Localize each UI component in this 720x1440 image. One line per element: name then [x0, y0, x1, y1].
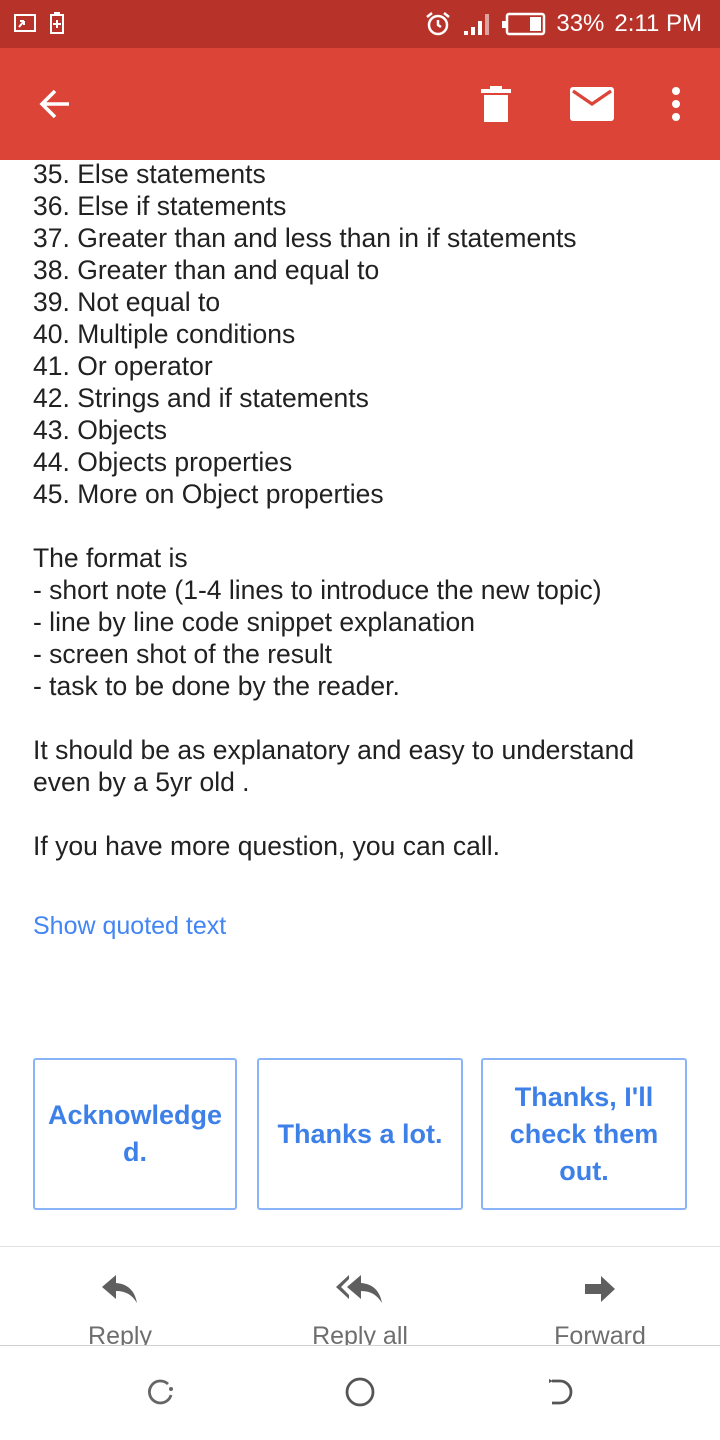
back-arrow-icon — [39, 89, 69, 119]
clock: 2:11 PM — [614, 10, 702, 37]
forward-button[interactable]: Forward — [510, 1266, 690, 1346]
format-paragraph: The format is - short note (1-4 lines to… — [33, 542, 693, 702]
reply-label: Reply — [88, 1322, 152, 1346]
smart-reply-thanks-a-lot[interactable]: Thanks a lot. — [257, 1058, 463, 1210]
battery-icon — [502, 12, 546, 36]
text-line: - screen shot of the result — [33, 639, 333, 669]
trash-icon — [481, 86, 511, 122]
battery-percent: 33% — [556, 10, 605, 37]
forward-icon — [585, 1276, 615, 1302]
app-bar — [0, 48, 720, 160]
more-options-button[interactable] — [648, 76, 704, 132]
text-line: If you have more question, you can call. — [33, 831, 500, 861]
list-item: 37. Greater than and less than in if sta… — [33, 223, 577, 253]
divider — [0, 1246, 720, 1247]
status-bar: 33% 2:11 PM — [0, 0, 720, 48]
email-body: 35. Else statements 36. Else if statemen… — [33, 158, 693, 862]
home-icon — [345, 1377, 375, 1407]
smart-reply-label: Thanks, I'll check them out. — [509, 1081, 659, 1186]
text-line: even by a 5yr old . — [33, 767, 250, 797]
list-item: 43. Objects — [33, 415, 168, 445]
reply-all-label: Reply all — [312, 1322, 408, 1346]
reply-all-button[interactable]: Reply all — [270, 1266, 450, 1346]
mark-unread-button[interactable] — [564, 76, 620, 132]
closing-paragraph: If you have more question, you can call. — [33, 830, 693, 862]
smart-reply-label: Thanks a lot. — [277, 1118, 443, 1149]
topic-list: 35. Else statements 36. Else if statemen… — [33, 158, 693, 510]
mail-icon — [570, 87, 614, 121]
recent-apps-button[interactable] — [140, 1372, 180, 1412]
alarm-icon — [426, 12, 451, 36]
smart-reply-check-them-out[interactable]: Thanks, I'll check them out. — [481, 1058, 687, 1210]
list-item: 45. More on Object properties — [33, 479, 384, 509]
text-line: - line by line code snippet explanation — [33, 607, 475, 637]
reply-button[interactable]: Reply — [30, 1266, 210, 1346]
more-vert-icon — [672, 87, 680, 121]
battery-saver-icon — [50, 12, 64, 34]
reply-icon — [102, 1275, 137, 1303]
text-line: - task to be done by the reader. — [33, 671, 400, 701]
list-item: 40. Multiple conditions — [33, 319, 296, 349]
list-item: 39. Not equal to — [33, 287, 221, 317]
text-line: It should be as explanatory and easy to … — [33, 735, 635, 765]
smart-reply-label: Acknowledge d. — [47, 1100, 223, 1167]
smart-reply-acknowledged[interactable]: Acknowledge d. — [33, 1058, 237, 1210]
list-item: 41. Or operator — [33, 351, 213, 381]
home-button[interactable] — [340, 1372, 380, 1412]
forward-label: Forward — [554, 1322, 646, 1346]
text-line: - short note (1-4 lines to introduce the… — [33, 575, 602, 605]
back-button[interactable] — [27, 76, 83, 132]
list-item: 38. Greater than and equal to — [33, 255, 380, 285]
text-line: The format is — [33, 543, 188, 573]
signal-icon — [464, 14, 490, 35]
back-nav-icon — [549, 1379, 573, 1405]
reply-all-icon — [336, 1275, 382, 1303]
list-item: 36. Else if statements — [33, 191, 287, 221]
list-item: 42. Strings and if statements — [33, 383, 369, 413]
screencast-icon — [14, 14, 36, 32]
list-item: 35. Else statements — [33, 159, 266, 189]
explanatory-paragraph: It should be as explanatory and easy to … — [33, 734, 693, 798]
delete-button[interactable] — [468, 76, 524, 132]
show-quoted-text-link[interactable]: Show quoted text — [33, 910, 226, 942]
navigation-bar — [0, 1346, 720, 1440]
back-nav-button[interactable] — [540, 1372, 580, 1412]
list-item: 44. Objects properties — [33, 447, 293, 477]
recent-apps-icon — [148, 1379, 173, 1405]
